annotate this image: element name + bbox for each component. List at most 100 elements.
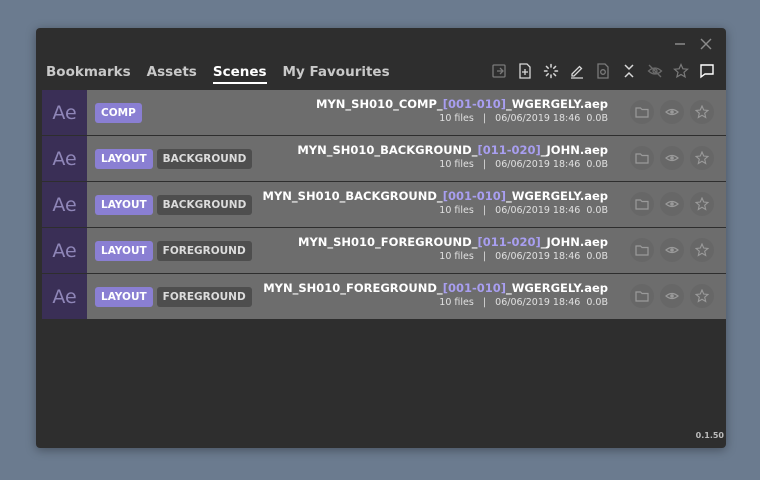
tag-primary[interactable]: LAYOUT xyxy=(95,194,153,215)
file-name-suffix: _WGERGELY.aep xyxy=(505,97,608,111)
file-meta: 10 files | 06/06/2019 18:46 0.0B xyxy=(263,297,608,308)
list-item[interactable]: Ae COMP MYN_SH010_COMP_[001-010]_WGERGEL… xyxy=(42,90,726,135)
file-name-prefix: MYN_SH010_BACKGROUND_ xyxy=(262,189,443,203)
tag-primary[interactable]: LAYOUT xyxy=(95,240,153,261)
tag-secondary[interactable]: FOREGROUND xyxy=(156,286,252,307)
folder-icon xyxy=(635,245,649,256)
window-controls xyxy=(672,36,714,52)
list-item[interactable]: Ae LAYOUT FOREGROUND MYN_SH010_FOREGROUN… xyxy=(42,274,726,319)
open-folder-button[interactable] xyxy=(630,192,654,216)
file-count: 10 files xyxy=(439,297,474,308)
open-folder-button[interactable] xyxy=(630,146,654,170)
app-window: Bookmarks Assets Scenes My Favourites Ae… xyxy=(36,28,726,448)
comment-icon xyxy=(700,64,714,79)
file-name-prefix: MYN_SH010_FOREGROUND_ xyxy=(298,235,478,249)
open-folder-button[interactable] xyxy=(630,238,654,262)
meta-separator: | xyxy=(482,159,487,170)
star-icon xyxy=(695,243,709,257)
meta-separator: | xyxy=(482,297,487,308)
edit-icon xyxy=(571,65,583,79)
tag-group: LAYOUT FOREGROUND xyxy=(95,286,252,307)
file-name-suffix: _JOHN.aep xyxy=(540,235,608,249)
star-button[interactable] xyxy=(690,146,714,170)
file-range: [001-010] xyxy=(442,189,506,203)
file-name-prefix: MYN_SH010_COMP_ xyxy=(316,97,443,111)
close-button[interactable] xyxy=(698,36,714,52)
eye-icon xyxy=(665,246,679,254)
file-date: 06/06/2019 18:46 xyxy=(495,159,581,170)
minimize-button[interactable] xyxy=(672,36,688,52)
file-range: [001-010] xyxy=(442,97,506,111)
view-button[interactable] xyxy=(660,146,684,170)
tag-group: LAYOUT BACKGROUND xyxy=(95,194,253,215)
collapse-button[interactable] xyxy=(620,62,638,80)
favourite-icon xyxy=(673,63,689,79)
meta-separator: | xyxy=(482,205,487,216)
star-button[interactable] xyxy=(690,238,714,262)
eye-icon xyxy=(665,292,679,300)
file-count: 10 files xyxy=(439,113,474,124)
file-info: MYN_SH010_BACKGROUND_[011-020]_JOHN.aep … xyxy=(297,143,608,170)
star-button[interactable] xyxy=(690,100,714,124)
tab-scenes[interactable]: Scenes xyxy=(212,64,267,84)
row-actions xyxy=(630,238,714,262)
view-button[interactable] xyxy=(660,192,684,216)
file-date: 06/06/2019 18:46 xyxy=(495,113,581,124)
star-icon xyxy=(695,289,709,303)
file-range: [011-020] xyxy=(477,235,541,249)
file-name: MYN_SH010_FOREGROUND_[011-020]_JOHN.aep xyxy=(298,235,608,249)
tag-primary[interactable]: LAYOUT xyxy=(95,286,153,307)
file-date: 06/06/2019 18:46 xyxy=(495,205,581,216)
view-button[interactable] xyxy=(660,284,684,308)
tag-group: LAYOUT BACKGROUND xyxy=(95,148,253,169)
folder-icon xyxy=(635,107,649,118)
version-label: 0.1.50 xyxy=(695,431,724,440)
tab-my-favourites[interactable]: My Favourites xyxy=(283,64,390,84)
file-name-suffix: _JOHN.aep xyxy=(540,143,608,157)
tab-assets[interactable]: Assets xyxy=(147,64,197,84)
new-file-button[interactable] xyxy=(516,62,534,80)
list-item[interactable]: Ae LAYOUT BACKGROUND MYN_SH010_BACKGROUN… xyxy=(42,182,726,227)
star-icon xyxy=(695,105,709,119)
search-file-button[interactable] xyxy=(594,62,612,80)
open-folder-button[interactable] xyxy=(630,284,654,308)
tab-bar: Bookmarks Assets Scenes My Favourites xyxy=(46,64,390,84)
tag-secondary[interactable]: BACKGROUND xyxy=(156,194,253,215)
view-button[interactable] xyxy=(660,238,684,262)
edit-button[interactable] xyxy=(568,62,586,80)
file-name: MYN_SH010_COMP_[001-010]_WGERGELY.aep xyxy=(316,97,608,111)
hide-button[interactable] xyxy=(646,62,664,80)
new-file-icon xyxy=(519,63,531,79)
file-date: 06/06/2019 18:46 xyxy=(495,297,581,308)
import-button[interactable] xyxy=(490,62,508,80)
eye-icon xyxy=(665,154,679,162)
open-folder-button[interactable] xyxy=(630,100,654,124)
toolbar xyxy=(490,62,716,80)
list-item[interactable]: Ae LAYOUT FOREGROUND MYN_SH010_FOREGROUN… xyxy=(42,228,726,273)
file-size: 0.0B xyxy=(586,113,608,124)
file-meta: 10 files | 06/06/2019 18:46 0.0B xyxy=(263,205,608,216)
close-icon xyxy=(700,38,712,50)
star-button[interactable] xyxy=(690,192,714,216)
tag-primary[interactable]: COMP xyxy=(95,102,142,123)
import-icon xyxy=(492,64,506,78)
comment-button[interactable] xyxy=(698,62,716,80)
tag-group: LAYOUT FOREGROUND xyxy=(95,240,252,261)
tag-secondary[interactable]: FOREGROUND xyxy=(156,240,252,261)
scene-list: Ae COMP MYN_SH010_COMP_[001-010]_WGERGEL… xyxy=(42,90,726,320)
file-count: 10 files xyxy=(439,205,474,216)
tab-bookmarks[interactable]: Bookmarks xyxy=(46,64,131,84)
view-button[interactable] xyxy=(660,100,684,124)
tag-secondary[interactable]: BACKGROUND xyxy=(156,148,253,169)
loading-button[interactable] xyxy=(542,62,560,80)
file-name: MYN_SH010_FOREGROUND_[001-010]_WGERGELY.… xyxy=(263,281,608,295)
after-effects-icon: Ae xyxy=(42,228,87,273)
folder-icon xyxy=(635,291,649,302)
tag-primary[interactable]: LAYOUT xyxy=(95,148,153,169)
after-effects-icon: Ae xyxy=(42,182,87,227)
after-effects-icon: Ae xyxy=(42,136,87,181)
file-name: MYN_SH010_BACKGROUND_[011-020]_JOHN.aep xyxy=(297,143,608,157)
star-button[interactable] xyxy=(690,284,714,308)
favourite-button[interactable] xyxy=(672,62,690,80)
list-item[interactable]: Ae LAYOUT BACKGROUND MYN_SH010_BACKGROUN… xyxy=(42,136,726,181)
